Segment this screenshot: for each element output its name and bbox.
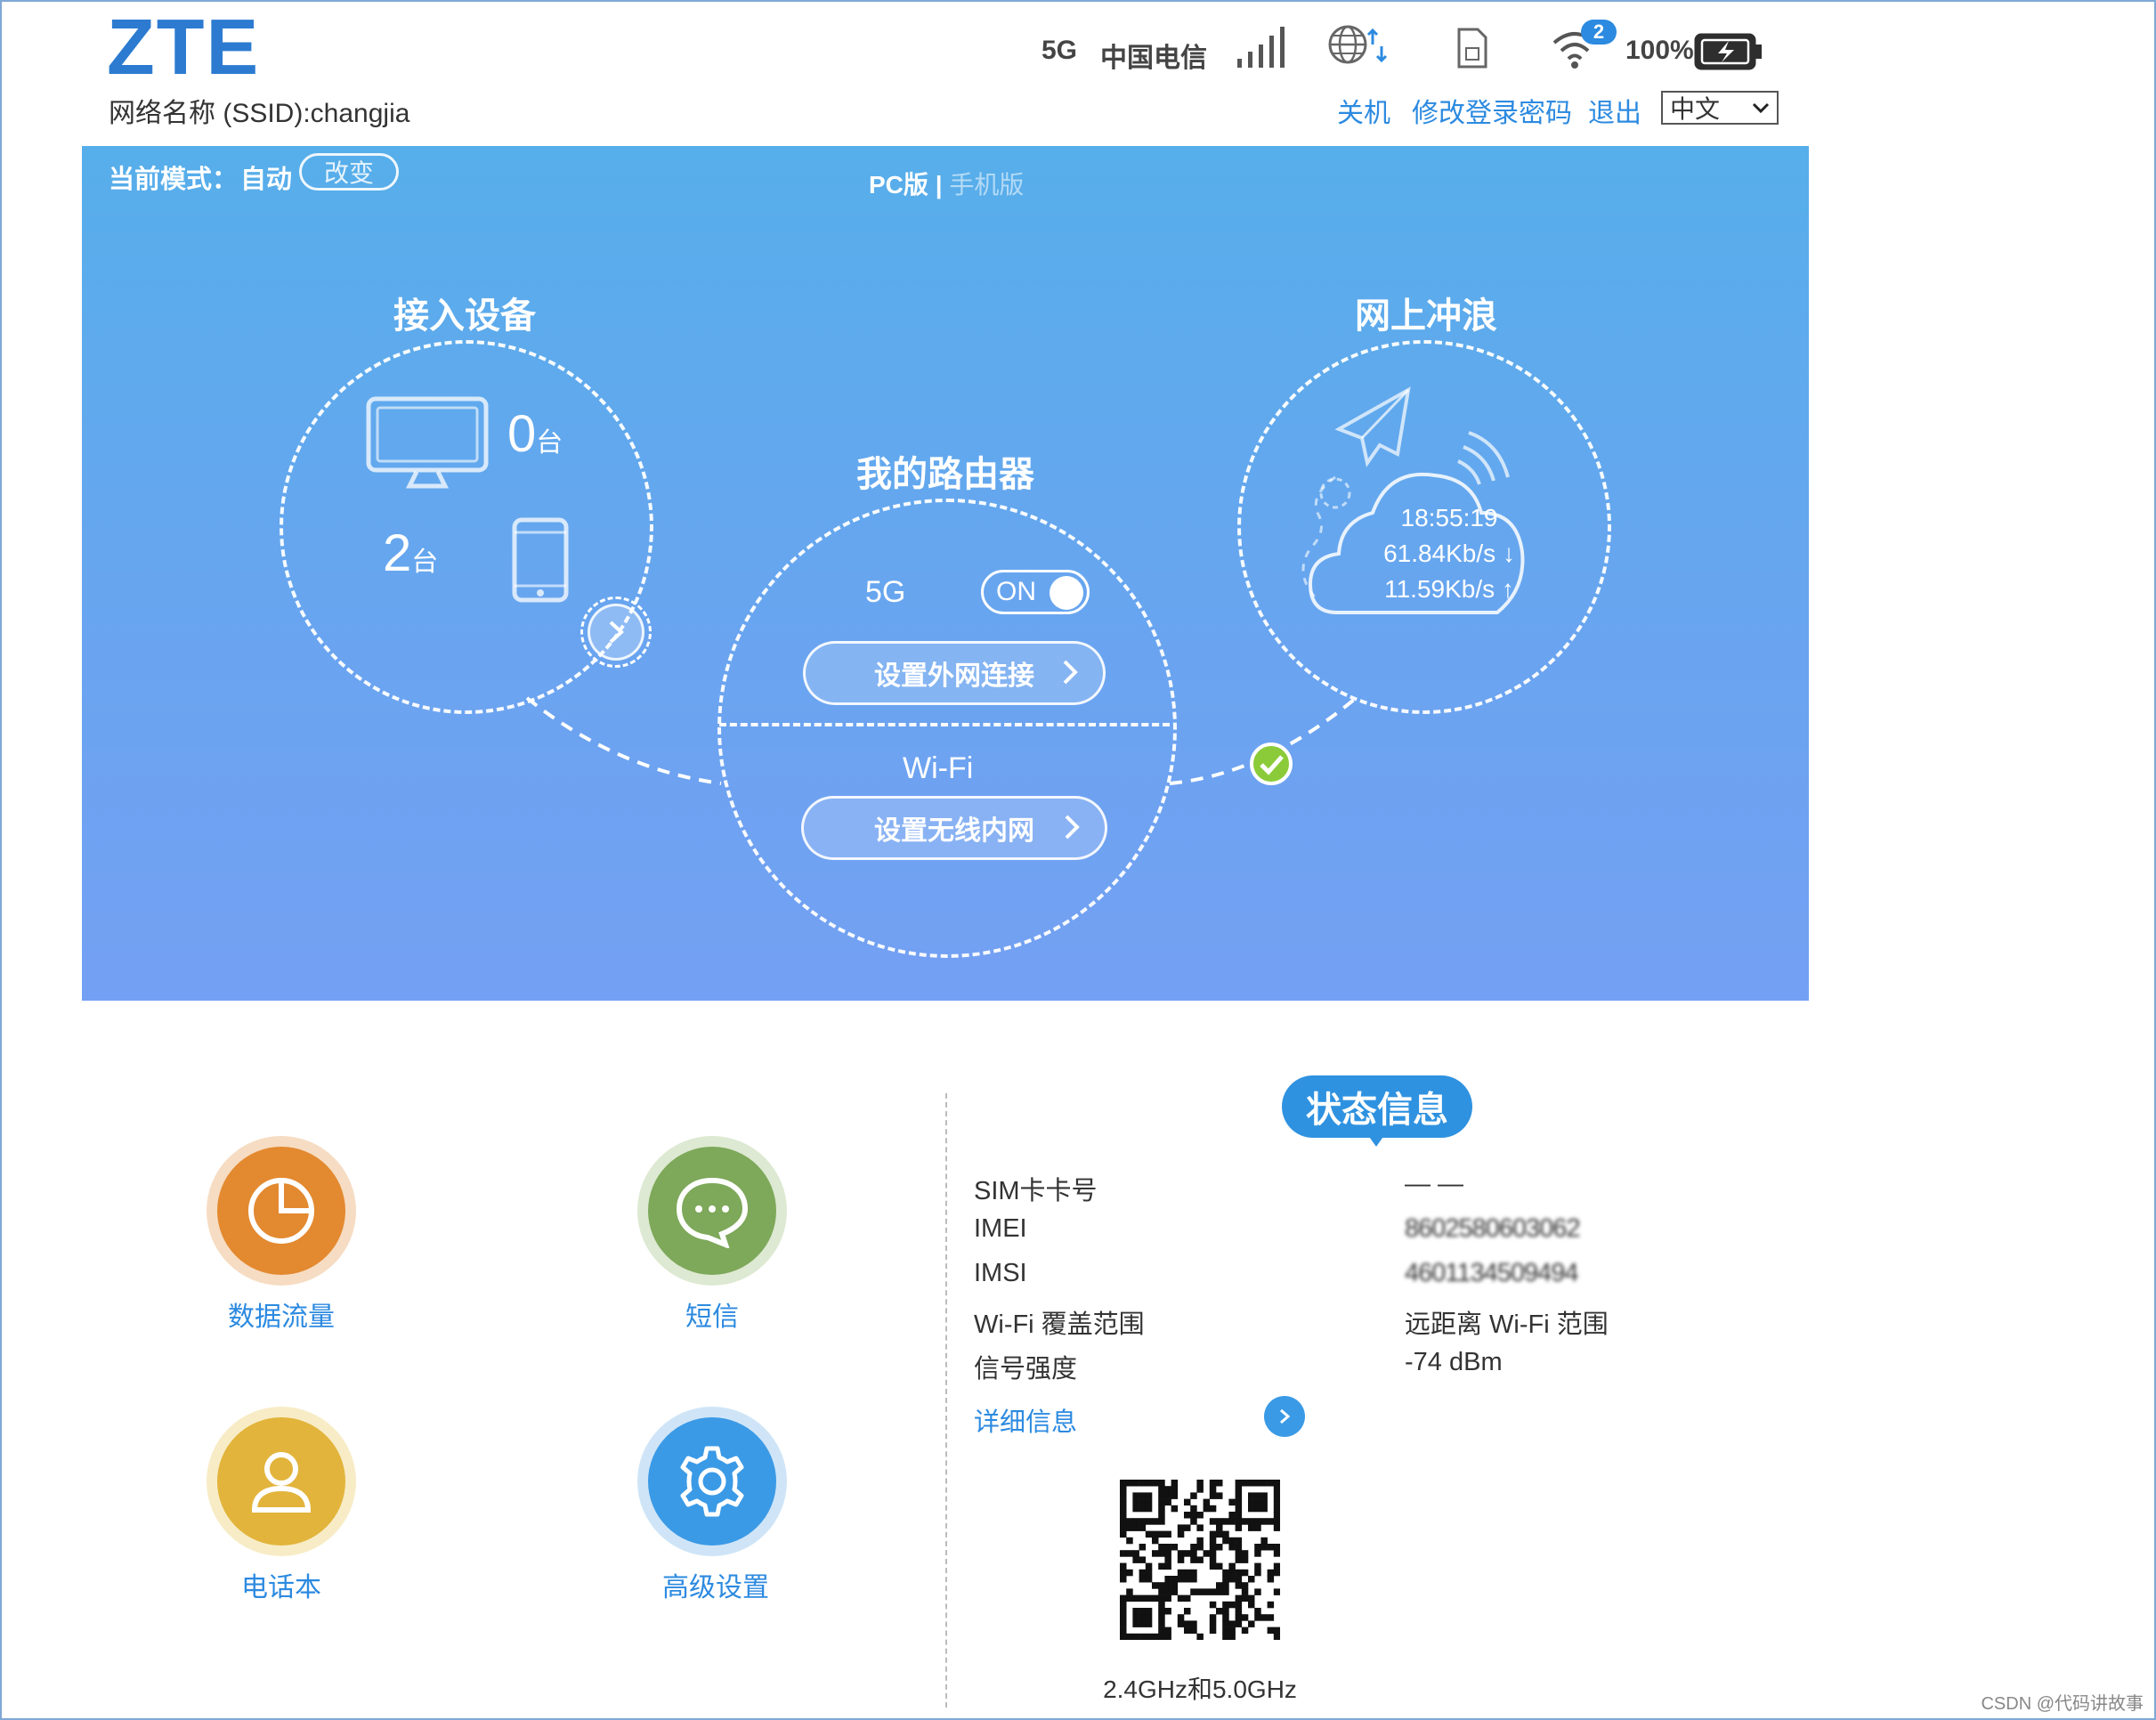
pc-count: 0台 — [507, 405, 563, 463]
pie-chart-icon — [248, 1178, 314, 1244]
language-value: 中文 — [1670, 95, 1721, 123]
chevron-right-icon — [1065, 815, 1080, 840]
phone-count: 2台 — [383, 524, 439, 582]
devices-detail-button[interactable] — [580, 596, 652, 668]
toggle-knob — [1050, 576, 1083, 610]
connected-check-icon — [1250, 742, 1293, 785]
wifi-range-label: Wi-Fi 覆盖范围 — [974, 1310, 1145, 1339]
chevron-right-icon — [1280, 1408, 1291, 1424]
data-usage-label[interactable]: 数据流量 — [166, 1294, 397, 1334]
carrier-name: 中国电信 — [1100, 44, 1207, 73]
router-circle — [717, 499, 1177, 958]
hero-panel: 当前模式： 自动 改变 PC版 | 手机版 接入设备 0台 2台 我的路由器 5… — [82, 146, 1809, 1001]
watermark: CSDN @代码讲故事 — [1981, 1694, 2144, 1714]
wifi-clients-badge: 2 — [1581, 20, 1617, 45]
change-password-link[interactable]: 修改登录密码 — [1412, 91, 1572, 130]
signal-strength-value: -74 dBm — [1405, 1348, 1503, 1376]
chevron-down-icon — [1752, 102, 1770, 114]
section-divider — [945, 1093, 947, 1708]
globe-data-icon — [1328, 25, 1388, 64]
qr-caption: 2.4GHz和5.0GHz — [1103, 1675, 1297, 1703]
sim-number-value: — — — [1405, 1170, 1464, 1198]
imsi-label: IMSI — [974, 1259, 1027, 1287]
imei-label: IMEI — [974, 1214, 1027, 1243]
internet-title: 网上冲浪 — [1355, 296, 1497, 336]
sms-tile[interactable] — [637, 1136, 787, 1286]
imsi-value: 4601134509494 — [1405, 1259, 1579, 1287]
upload-speed: 11.59Kb/s ↑ — [1384, 575, 1514, 603]
wan-settings-button[interactable]: 设置外网连接 — [803, 641, 1106, 705]
chevron-right-icon — [1063, 660, 1078, 685]
gear-icon — [680, 1446, 744, 1517]
toggle-state: ON — [996, 577, 1036, 606]
phonebook-tile[interactable] — [207, 1407, 356, 1556]
chevron-right-icon — [609, 621, 624, 644]
phone-icon — [512, 517, 569, 603]
wan-settings-label: 设置外网连接 — [874, 661, 1034, 691]
detail-info-button[interactable] — [1264, 1396, 1305, 1437]
imei-value: 8602580603062 — [1405, 1214, 1581, 1243]
zte-logo: ZTE — [107, 3, 261, 91]
advanced-settings-tile[interactable] — [637, 1407, 787, 1556]
signal-bars-icon — [1237, 27, 1285, 68]
download-speed: 61.84Kb/s ↓ — [1383, 540, 1515, 567]
contact-icon — [251, 1452, 312, 1513]
wifi-settings-button[interactable]: 设置无线内网 — [801, 796, 1107, 860]
qr-code-image — [1120, 1480, 1280, 1640]
battery-charging-icon — [1694, 33, 1762, 70]
language-select[interactable]: 中文 — [1661, 91, 1779, 125]
internet-time: 18:55:19 — [1400, 504, 1498, 531]
router-divider — [719, 723, 1170, 726]
sim-card-icon — [1457, 28, 1487, 69]
sms-label[interactable]: 短信 — [596, 1294, 828, 1334]
devices-title: 接入设备 — [393, 296, 536, 336]
shutdown-link[interactable]: 关机 — [1337, 91, 1390, 130]
chat-bubble-icon — [676, 1177, 749, 1248]
router-title: 我的路由器 — [856, 455, 1034, 494]
logout-link[interactable]: 退出 — [1588, 91, 1641, 130]
data-usage-tile[interactable] — [207, 1136, 356, 1286]
status-title-pointer — [1367, 1134, 1385, 1147]
phonebook-label[interactable]: 电话本 — [166, 1565, 397, 1604]
battery-percent: 100% — [1625, 36, 1694, 65]
status-title: 状态信息 — [1282, 1075, 1472, 1138]
detail-info-link[interactable]: 详细信息 — [974, 1401, 1077, 1439]
wifi-range-value: 远距离 Wi-Fi 范围 — [1405, 1310, 1609, 1339]
monitor-icon — [366, 396, 489, 489]
ssid-label: 网络名称 (SSID):changjia — [109, 99, 410, 128]
network-type: 5G — [1042, 36, 1078, 65]
band-toggle[interactable]: ON — [981, 570, 1090, 614]
advanced-settings-label[interactable]: 高级设置 — [600, 1565, 831, 1604]
wifi-label: Wi-Fi — [903, 751, 974, 785]
signal-strength-label: 信号强度 — [974, 1355, 1078, 1383]
wifi-settings-label: 设置无线内网 — [874, 816, 1034, 846]
sim-number-label: SIM卡卡号 — [974, 1177, 1098, 1205]
band-label: 5G — [865, 575, 906, 609]
